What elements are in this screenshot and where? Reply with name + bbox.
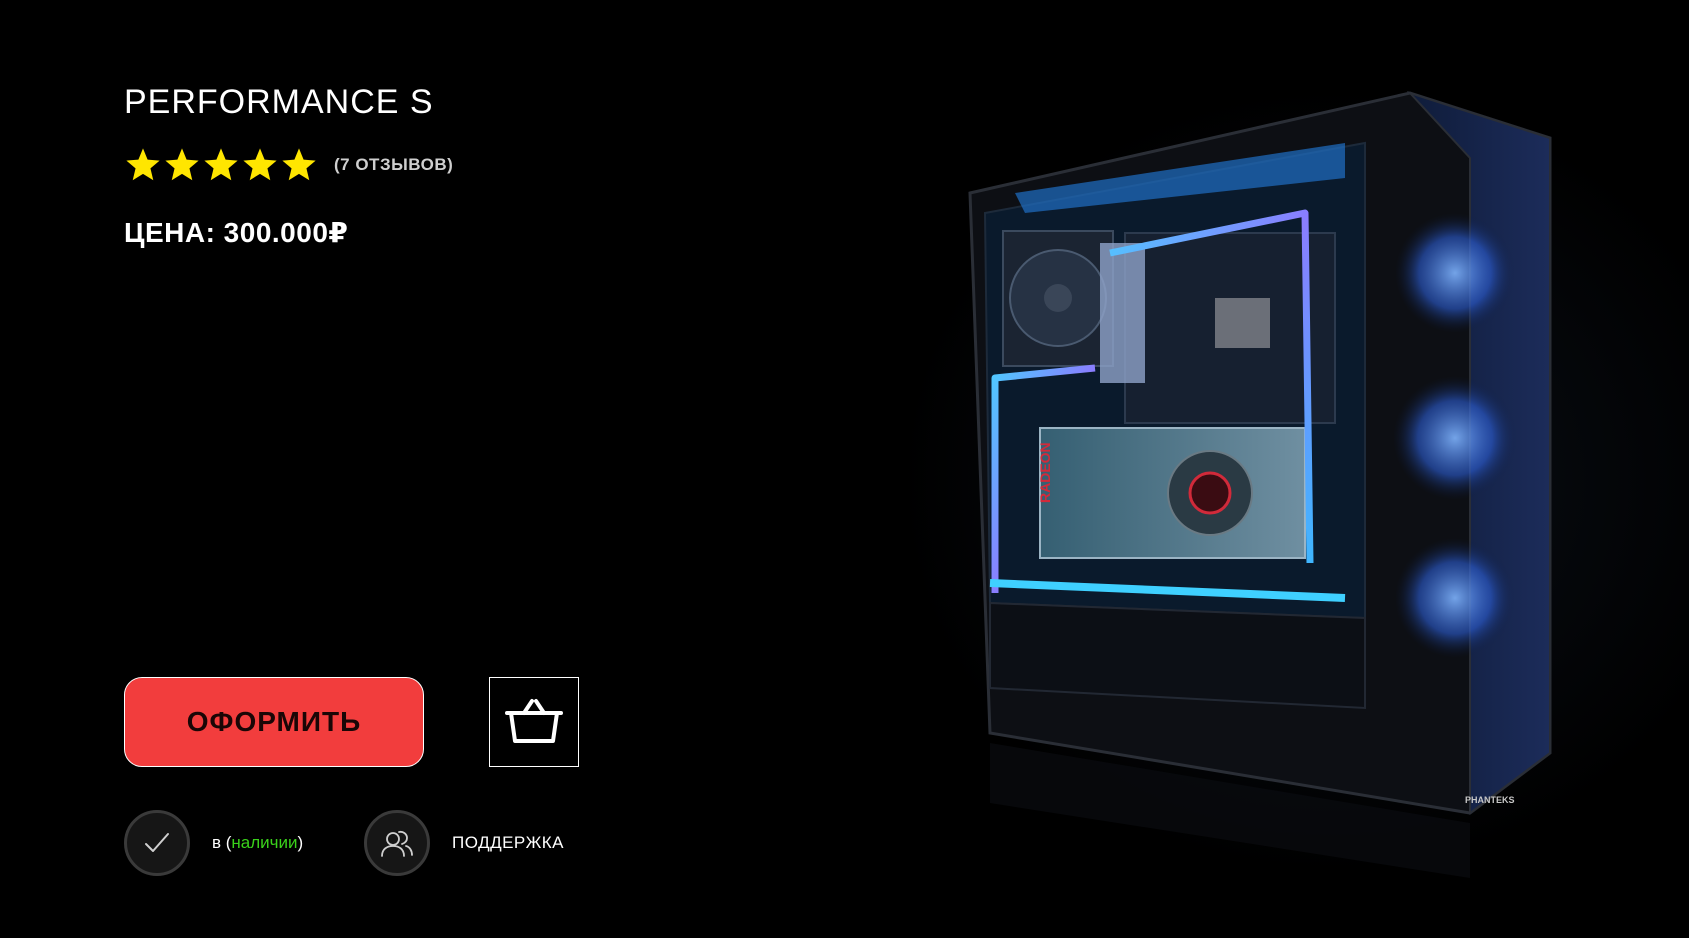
case-brand-label: PHANTEKS — [1465, 795, 1515, 805]
gpu-brand-label: RADEON — [1037, 442, 1053, 503]
support-label[interactable]: ПОДДЕРЖКА — [452, 833, 564, 853]
rating: (7 ОТЗЫВОВ) — [124, 146, 453, 184]
product-title: PERFORMANCE S — [124, 83, 434, 121]
product-price: ЦЕНА: 300.000₽ — [124, 217, 349, 248]
add-to-cart-button[interactable] — [489, 677, 579, 767]
users-icon — [381, 830, 413, 857]
availability-status: наличии — [231, 833, 298, 852]
availability-badge — [124, 810, 190, 876]
availability-prefix: в ( — [212, 833, 232, 852]
order-button[interactable]: ОФОРМИТЬ — [124, 677, 424, 767]
star-icon — [204, 148, 238, 181]
availability-suffix: ) — [297, 833, 304, 852]
availability-text: в (наличии) — [212, 833, 303, 853]
star-icon — [243, 148, 277, 181]
star-icon — [126, 148, 160, 181]
product-image: RADEON PHANTEKS — [895, 83, 1689, 878]
star-icon — [165, 148, 199, 181]
rating-stars — [124, 146, 318, 184]
basket-icon — [505, 699, 563, 743]
checkmark-icon — [145, 833, 169, 852]
reviews-link[interactable]: (7 ОТЗЫВОВ) — [334, 155, 453, 175]
availability-feature: в (наличии) — [124, 810, 303, 876]
star-icon — [282, 148, 316, 181]
support-feature[interactable]: ПОДДЕРЖКА — [364, 810, 564, 876]
support-badge[interactable] — [364, 810, 430, 876]
